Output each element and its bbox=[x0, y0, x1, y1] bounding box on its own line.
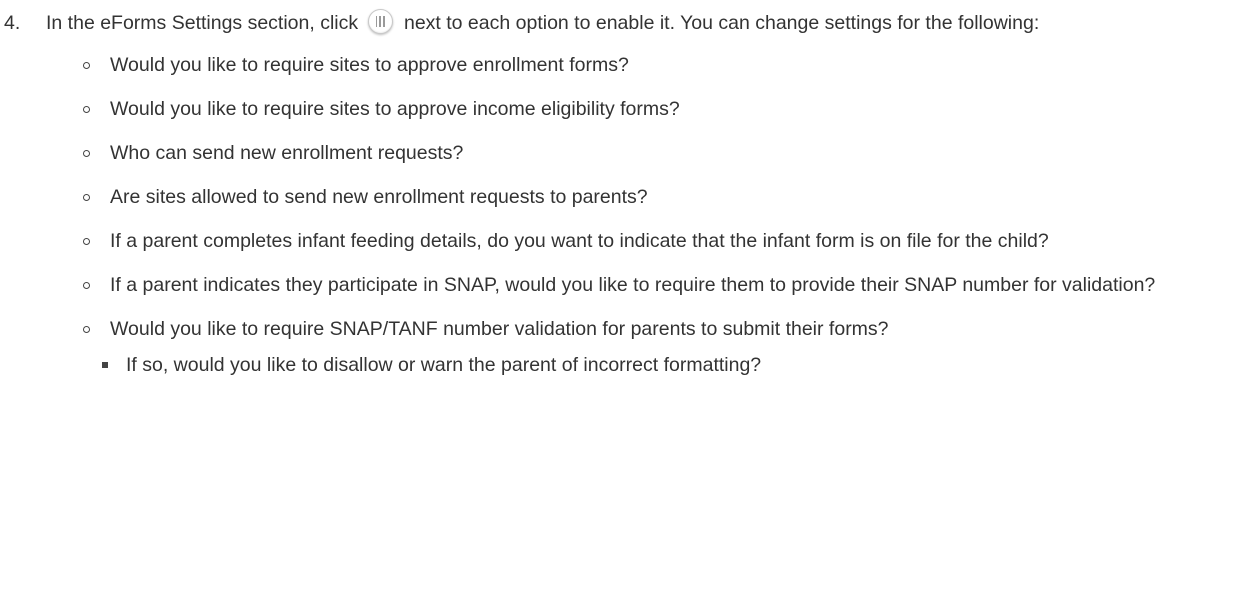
circle-bullet-icon bbox=[83, 106, 90, 113]
circle-bullet-icon bbox=[83, 194, 90, 201]
instruction-step: 4. In the eForms Settings section, click… bbox=[0, 0, 1248, 391]
list-item: Would you like to require SNAP/TANF numb… bbox=[0, 311, 1248, 383]
list-item: Who can send new enrollment requests? bbox=[0, 135, 1248, 171]
step-text-after-icon: next to each option to enable it. You ca… bbox=[403, 12, 1040, 34]
step-paragraph: 4. In the eForms Settings section, click… bbox=[0, 5, 1248, 41]
sub-list-item: If so, would you like to disallow or war… bbox=[0, 347, 1208, 383]
option-text: If a parent indicates they participate i… bbox=[110, 274, 1156, 296]
list-item: Are sites allowed to send new enrollment… bbox=[0, 179, 1248, 215]
option-text: Who can send new enrollment requests? bbox=[110, 142, 464, 164]
option-text: Would you like to require SNAP/TANF numb… bbox=[110, 318, 889, 340]
option-text: Would you like to require sites to appro… bbox=[110, 54, 629, 76]
suboptions-list: If so, would you like to disallow or war… bbox=[102, 347, 1208, 383]
suboption-text: If so, would you like to disallow or war… bbox=[126, 354, 762, 376]
settings-options-list: Would you like to require sites to appro… bbox=[0, 47, 1248, 383]
circle-bullet-icon bbox=[83, 326, 90, 333]
list-item: Would you like to require sites to appro… bbox=[0, 47, 1248, 83]
option-text: Are sites allowed to send new enrollment… bbox=[110, 186, 648, 208]
list-item: Would you like to require sites to appro… bbox=[0, 91, 1248, 127]
option-text: If a parent completes infant feeding det… bbox=[110, 230, 1049, 252]
option-text: Would you like to require sites to appro… bbox=[110, 98, 680, 120]
square-bullet-icon bbox=[102, 362, 108, 368]
list-item: If a parent indicates they participate i… bbox=[0, 267, 1248, 303]
circle-bullet-icon bbox=[83, 238, 90, 245]
circle-bullet-icon bbox=[83, 282, 90, 289]
circle-bullet-icon bbox=[83, 150, 90, 157]
circle-bullet-icon bbox=[83, 62, 90, 69]
toggle-switch-icon bbox=[367, 9, 393, 34]
step-text-before-icon: In the eForms Settings section, click bbox=[46, 12, 359, 34]
step-number: 4. bbox=[4, 12, 21, 34]
list-item: If a parent completes infant feeding det… bbox=[0, 223, 1248, 259]
